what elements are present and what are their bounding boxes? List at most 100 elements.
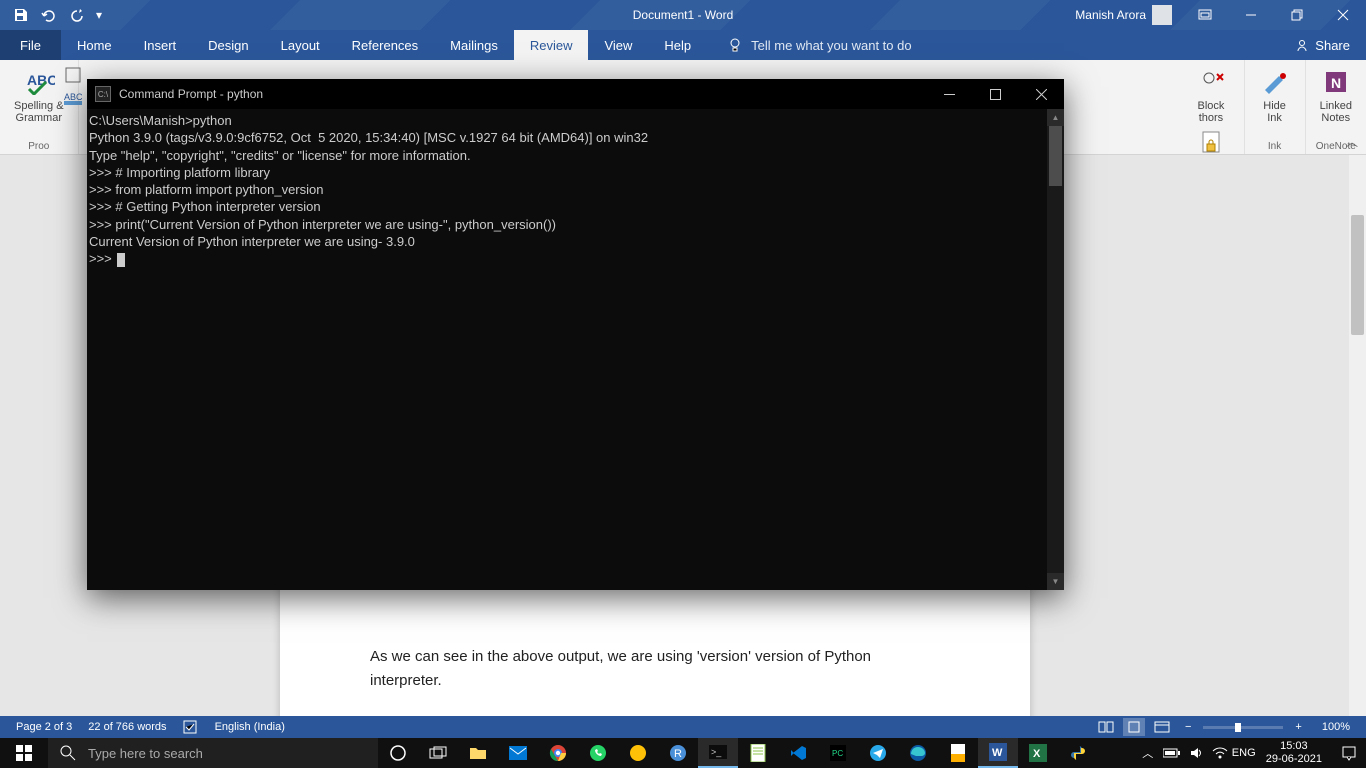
pycharm-icon[interactable]: PC <box>818 738 858 768</box>
volume-icon[interactable] <box>1184 746 1208 760</box>
app-icon-doc[interactable] <box>938 738 978 768</box>
cmd-window: C:\ Command Prompt - python C:\Users\Man… <box>87 79 1064 590</box>
tray-chevron-icon[interactable]: ︿ <box>1136 745 1160 761</box>
word-count-status[interactable]: 22 of 766 words <box>80 721 174 733</box>
keyboard-lang[interactable]: ENG <box>1232 747 1256 759</box>
whatsapp-icon[interactable] <box>578 738 618 768</box>
tab-file[interactable]: File <box>0 30 61 60</box>
spelling-grammar-button[interactable]: ABC Spelling & Grammar <box>8 64 70 126</box>
cmd-output[interactable]: C:\Users\Manish>python Python 3.9.0 (tag… <box>87 109 1047 590</box>
block-authors-button[interactable]: Block thors <box>1189 64 1233 126</box>
file-explorer-icon[interactable] <box>458 738 498 768</box>
task-view-button[interactable] <box>418 738 458 768</box>
telegram-icon[interactable] <box>858 738 898 768</box>
taskbar-search[interactable]: Type here to search <box>48 738 378 768</box>
search-icon <box>60 745 76 761</box>
onenote-icon: N <box>1320 66 1352 98</box>
cmd-maximize-button[interactable] <box>972 79 1018 109</box>
zoom-level[interactable]: 100% <box>1314 721 1358 733</box>
svg-text:R: R <box>674 748 682 760</box>
cmd-close-button[interactable] <box>1018 79 1064 109</box>
thesaurus-icon[interactable] <box>64 66 84 84</box>
edge-icon[interactable] <box>898 738 938 768</box>
proofing-group-label: Proo <box>28 141 49 152</box>
cmd-minimize-button[interactable] <box>926 79 972 109</box>
svg-text:ABC: ABC <box>64 92 83 102</box>
wifi-icon[interactable] <box>1208 747 1232 759</box>
read-mode-button[interactable] <box>1095 718 1117 736</box>
tab-review[interactable]: Review <box>514 30 589 60</box>
print-layout-button[interactable] <box>1123 718 1145 736</box>
qat-customize[interactable]: ▾ <box>92 0 106 30</box>
tab-view[interactable]: View <box>588 30 648 60</box>
language-status[interactable]: English (India) <box>207 721 293 733</box>
close-button[interactable] <box>1320 0 1366 30</box>
share-button[interactable]: Share <box>1279 30 1366 60</box>
zoom-slider[interactable] <box>1203 726 1283 729</box>
restore-button[interactable] <box>1274 0 1320 30</box>
word-taskbar-icon[interactable]: W <box>978 738 1018 768</box>
ribbon-options-button[interactable] <box>1182 0 1228 30</box>
avatar <box>1152 5 1172 25</box>
scrollbar[interactable] <box>1349 155 1366 716</box>
svg-text:X: X <box>1033 748 1041 760</box>
mail-icon[interactable] <box>498 738 538 768</box>
notepadpp-icon[interactable] <box>738 738 778 768</box>
share-icon <box>1295 38 1309 52</box>
vscode-icon[interactable] <box>778 738 818 768</box>
spelling-icon: ABC <box>23 66 55 98</box>
tab-layout[interactable]: Layout <box>265 30 336 60</box>
word-titlebar: ▾ Document1 - Word Manish Arora <box>0 0 1366 30</box>
spellcheck-status-icon[interactable] <box>175 720 207 734</box>
cmd-titlebar[interactable]: C:\ Command Prompt - python <box>87 79 1064 109</box>
svg-text:N: N <box>1331 75 1341 91</box>
tab-mailings[interactable]: Mailings <box>434 30 514 60</box>
user-name: Manish Arora <box>1075 8 1146 22</box>
clock[interactable]: 15:03 29-06-2021 <box>1256 740 1332 766</box>
chrome-icon[interactable] <box>538 738 578 768</box>
web-layout-button[interactable] <box>1151 718 1173 736</box>
word-count-icon[interactable]: ABC <box>64 88 84 106</box>
tab-help[interactable]: Help <box>648 30 707 60</box>
tab-insert[interactable]: Insert <box>128 30 193 60</box>
ink-group-label: Ink <box>1268 141 1281 152</box>
python-icon[interactable] <box>1058 738 1098 768</box>
tell-me-search[interactable]: Tell me what you want to do <box>727 37 911 53</box>
document-title: Document1 - Word <box>633 8 733 22</box>
ink-icon <box>1259 66 1291 98</box>
save-button[interactable] <box>8 0 34 30</box>
collapse-ribbon-button[interactable]: ︿ <box>1346 133 1358 150</box>
svg-text:W: W <box>992 747 1003 759</box>
battery-icon[interactable] <box>1160 748 1184 758</box>
tab-home[interactable]: Home <box>61 30 128 60</box>
undo-button[interactable] <box>36 0 62 30</box>
zoom-out-button[interactable]: − <box>1179 721 1197 733</box>
cursor <box>117 253 125 267</box>
minimize-button[interactable] <box>1228 0 1274 30</box>
page-number-status[interactable]: Page 2 of 3 <box>8 721 80 733</box>
tab-references[interactable]: References <box>336 30 434 60</box>
excel-icon[interactable]: X <box>1018 738 1058 768</box>
start-button[interactable] <box>0 738 48 768</box>
app-icon-yellow[interactable] <box>618 738 658 768</box>
cortana-button[interactable] <box>378 738 418 768</box>
tab-design[interactable]: Design <box>192 30 264 60</box>
hide-ink-button[interactable]: Hide Ink <box>1253 64 1297 126</box>
taskbar: Type here to search R >_ PC W X ︿ ENG 15… <box>0 738 1366 768</box>
block-icon <box>1195 66 1227 98</box>
cmd-scrollbar[interactable]: ▲ ▼ <box>1047 109 1064 590</box>
svg-text:PC: PC <box>832 749 843 758</box>
status-bar: Page 2 of 3 22 of 766 words English (Ind… <box>0 716 1366 738</box>
svg-text:>_: >_ <box>711 747 722 757</box>
redo-button[interactable] <box>64 0 90 30</box>
zoom-in-button[interactable]: + <box>1289 721 1307 733</box>
windows-icon <box>16 745 32 761</box>
user-account[interactable]: Manish Arora <box>1065 0 1182 30</box>
lightbulb-icon <box>727 37 743 53</box>
app-icon-r[interactable]: R <box>658 738 698 768</box>
linked-notes-button[interactable]: N Linked Notes <box>1314 64 1358 126</box>
ribbon-tabs: File Home Insert Design Layout Reference… <box>0 30 1366 60</box>
notifications-icon[interactable] <box>1332 745 1366 761</box>
cmd-icon: C:\ <box>95 86 111 102</box>
cmd-taskbar-icon[interactable]: >_ <box>698 738 738 768</box>
